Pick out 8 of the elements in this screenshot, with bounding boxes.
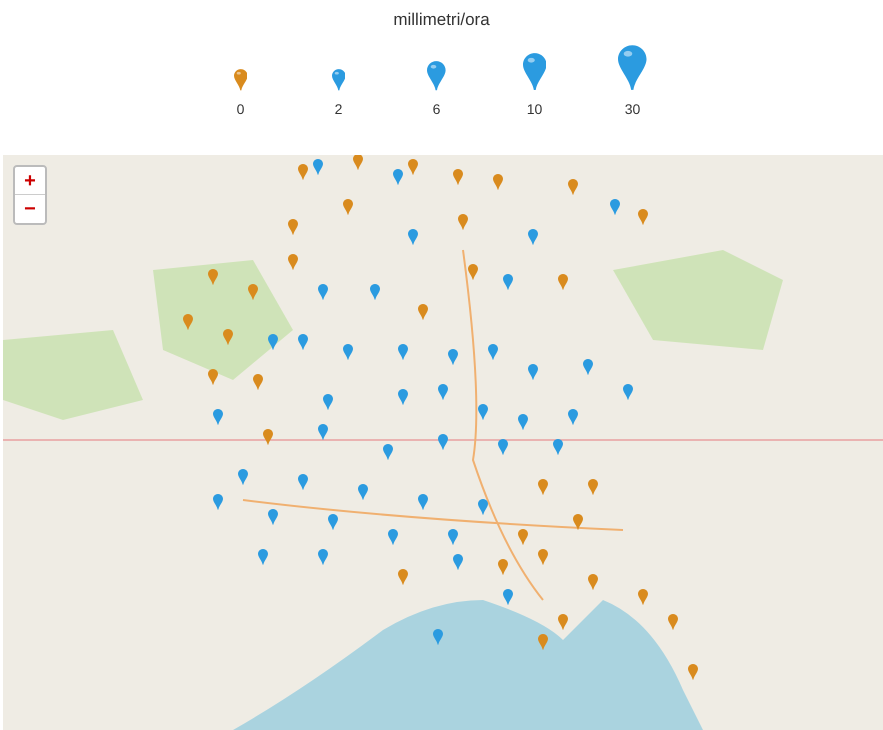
legend-label: 30: [624, 100, 640, 118]
legend-label: 10: [526, 100, 542, 118]
zoom-out-button[interactable]: −: [15, 195, 45, 223]
zoom-in-button[interactable]: +: [15, 167, 45, 195]
legend-label: 2: [334, 100, 342, 118]
legend-title: millimetri/ora: [393, 9, 490, 31]
legend-label: 0: [236, 100, 244, 118]
legend-label: 6: [432, 100, 440, 118]
